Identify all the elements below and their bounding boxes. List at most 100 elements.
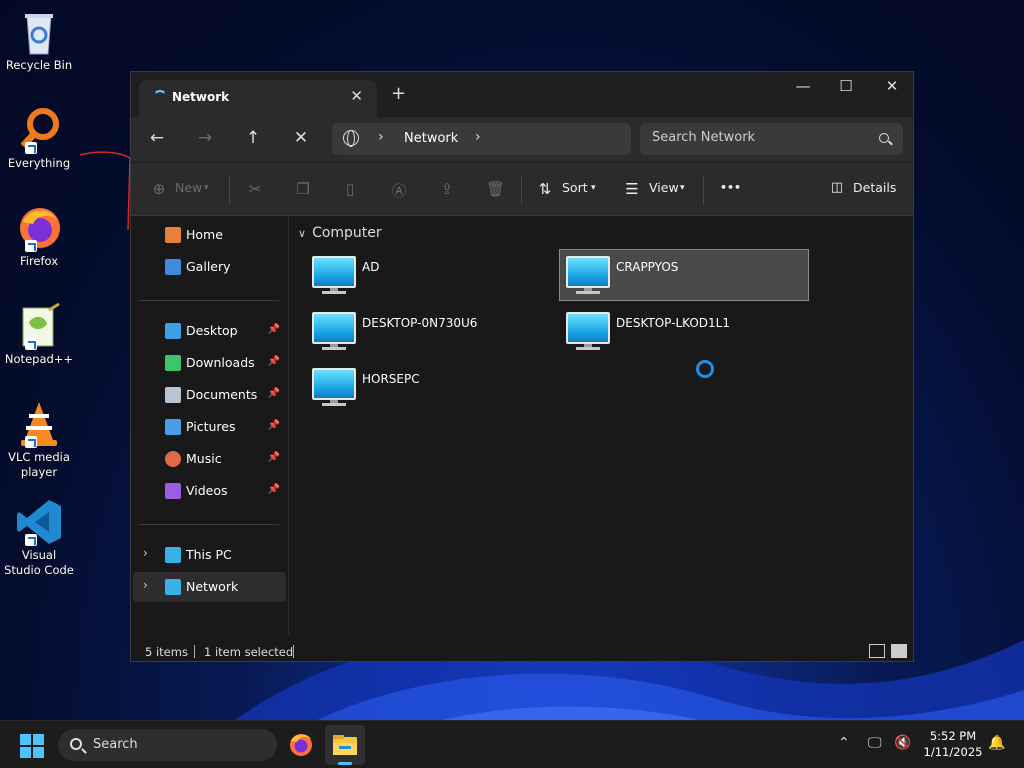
sidebar-item-this-pc[interactable]: › This PC: [133, 540, 286, 570]
sidebar-item-pictures[interactable]: Pictures 📌: [133, 412, 286, 442]
sidebar-item-home[interactable]: Home: [133, 220, 286, 250]
close-window-button[interactable]: ✕: [877, 77, 907, 95]
volume-muted-icon[interactable]: 🔇: [894, 735, 911, 751]
sidebar-item-documents[interactable]: Documents 📌: [133, 380, 286, 410]
network-computer-item[interactable]: DESKTOP-LKOD1L1: [560, 306, 810, 358]
pin-icon[interactable]: 📌: [268, 388, 280, 399]
notepad-plus-plus-icon: [15, 302, 63, 350]
status-divider: [293, 645, 294, 658]
sort-icon: ⇅: [538, 180, 552, 198]
stop-loading-button[interactable]: ✕: [289, 128, 313, 148]
sidebar-item-desktop[interactable]: Desktop 📌: [133, 316, 286, 346]
chevron-right-icon[interactable]: ›: [475, 129, 481, 145]
rename-icon[interactable]: Ⓐ: [390, 180, 408, 200]
back-button[interactable]: ←: [145, 128, 169, 148]
chevron-down-icon: ∨: [298, 227, 307, 240]
copy-icon[interactable]: ❐: [294, 180, 312, 198]
desktop-icon-notepad-plus-plus[interactable]: Notepad++: [2, 302, 76, 367]
desktop-icon-vlc[interactable]: VLC media player: [2, 400, 76, 480]
loading-spinner-icon: [153, 90, 167, 104]
sidebar-item-label: Downloads: [186, 355, 255, 370]
up-button[interactable]: ↑: [241, 128, 265, 148]
search-input[interactable]: [652, 130, 872, 145]
desktop-icon-label: VLC media player: [8, 450, 70, 479]
computer-icon: [312, 368, 356, 408]
desktop-icon-label: Notepad++: [4, 352, 74, 366]
tab-close-icon[interactable]: ✕: [350, 87, 363, 105]
status-divider: [194, 645, 195, 658]
toolbar-divider: [229, 175, 230, 205]
network-computer-item[interactable]: AD: [306, 250, 556, 302]
pin-icon[interactable]: 📌: [268, 420, 280, 431]
desktop-icon-recycle-bin[interactable]: Recycle Bin: [2, 8, 76, 73]
details-view-button[interactable]: [869, 644, 885, 658]
everything-search-icon: [15, 106, 63, 154]
group-label: Computer: [312, 225, 382, 241]
chevron-right-icon[interactable]: ›: [143, 546, 148, 560]
taskbar-firefox[interactable]: [281, 725, 321, 765]
taskbar-file-explorer[interactable]: [325, 725, 365, 765]
network-computer-item[interactable]: DESKTOP-0N730U6: [306, 306, 556, 358]
sidebar-item-downloads[interactable]: Downloads 📌: [133, 348, 286, 378]
maximize-button[interactable]: ☐: [831, 77, 861, 95]
details-pane-icon: ◫: [830, 180, 844, 195]
content-pane: ∨ Computer AD CRAPPYOS DESKTOP-0N730U6 DE…: [290, 216, 913, 635]
chevron-right-icon[interactable]: ›: [143, 578, 148, 592]
notifications-bell-icon[interactable]: 🔔: [988, 735, 1005, 751]
music-icon: [165, 451, 181, 467]
paste-icon[interactable]: ▯: [341, 180, 359, 198]
shortcut-arrow-icon: [25, 436, 37, 448]
forward-button[interactable]: →: [193, 128, 217, 148]
title-bar[interactable]: Network ✕ + — ☐ ✕: [131, 72, 913, 117]
new-button[interactable]: New: [175, 180, 202, 195]
sidebar-item-label: Network: [186, 579, 239, 594]
sidebar-item-label: This PC: [186, 547, 232, 562]
sidebar-item-network[interactable]: › Network: [133, 572, 286, 602]
network-icon: [165, 579, 181, 595]
search-icon: [879, 133, 889, 143]
show-hidden-icons-button[interactable]: ⌃: [838, 735, 850, 751]
more-options-button[interactable]: •••: [720, 181, 741, 194]
computer-icon: [566, 312, 610, 352]
shortcut-arrow-icon: [25, 142, 37, 154]
new-tab-button[interactable]: +: [391, 83, 406, 104]
item-name: CRAPPYOS: [616, 260, 679, 274]
minimize-button[interactable]: —: [788, 77, 818, 95]
network-computer-item[interactable]: HORSEPC: [306, 362, 556, 414]
delete-icon[interactable]: 🗑: [486, 180, 505, 198]
desktop-icon-everything[interactable]: Everything: [2, 106, 76, 171]
toolbar-divider: [521, 175, 522, 205]
sort-button[interactable]: Sort: [562, 180, 588, 195]
breadcrumb-network[interactable]: Network: [404, 131, 458, 146]
pin-icon[interactable]: 📌: [268, 452, 280, 463]
group-header-computer[interactable]: ∨ Computer: [298, 225, 382, 241]
view-button[interactable]: View: [649, 180, 679, 195]
share-icon[interactable]: ⇪: [438, 180, 456, 198]
pin-icon[interactable]: 📌: [268, 324, 280, 335]
chevron-right-icon[interactable]: ›: [378, 129, 384, 145]
details-button[interactable]: Details: [853, 180, 896, 195]
tab-network[interactable]: Network ✕: [139, 80, 377, 117]
network-computer-item-selected[interactable]: CRAPPYOS: [559, 249, 809, 301]
sidebar-divider: [139, 300, 279, 301]
sidebar-item-gallery[interactable]: Gallery: [133, 252, 286, 282]
sidebar-item-videos[interactable]: Videos 📌: [133, 476, 286, 506]
cut-icon[interactable]: ✂: [246, 180, 264, 198]
pin-icon[interactable]: 📌: [268, 356, 280, 367]
globe-icon: [343, 130, 359, 147]
desktop-icon-firefox[interactable]: Firefox: [2, 204, 76, 269]
desktop-icon-label: Firefox: [19, 254, 59, 268]
clock[interactable]: 5:52 PM 1/11/2025: [920, 728, 986, 760]
navigation-pane: Home Gallery Desktop 📌 Downloads 📌 Docum…: [131, 216, 289, 635]
sidebar-item-music[interactable]: Music 📌: [133, 444, 286, 474]
pin-icon[interactable]: 📌: [268, 484, 280, 495]
search-box[interactable]: [640, 123, 903, 155]
taskbar-search[interactable]: Search: [58, 729, 277, 761]
address-bar[interactable]: › Network ›: [332, 123, 631, 155]
large-icons-view-button[interactable]: [891, 644, 907, 658]
start-button[interactable]: [20, 734, 44, 758]
desktop-icon-vscode[interactable]: Visual Studio Code: [2, 498, 76, 578]
network-status-icon[interactable]: 🖵: [868, 735, 882, 751]
sidebar-item-label: Videos: [186, 483, 228, 498]
sidebar-item-label: Gallery: [186, 259, 231, 274]
